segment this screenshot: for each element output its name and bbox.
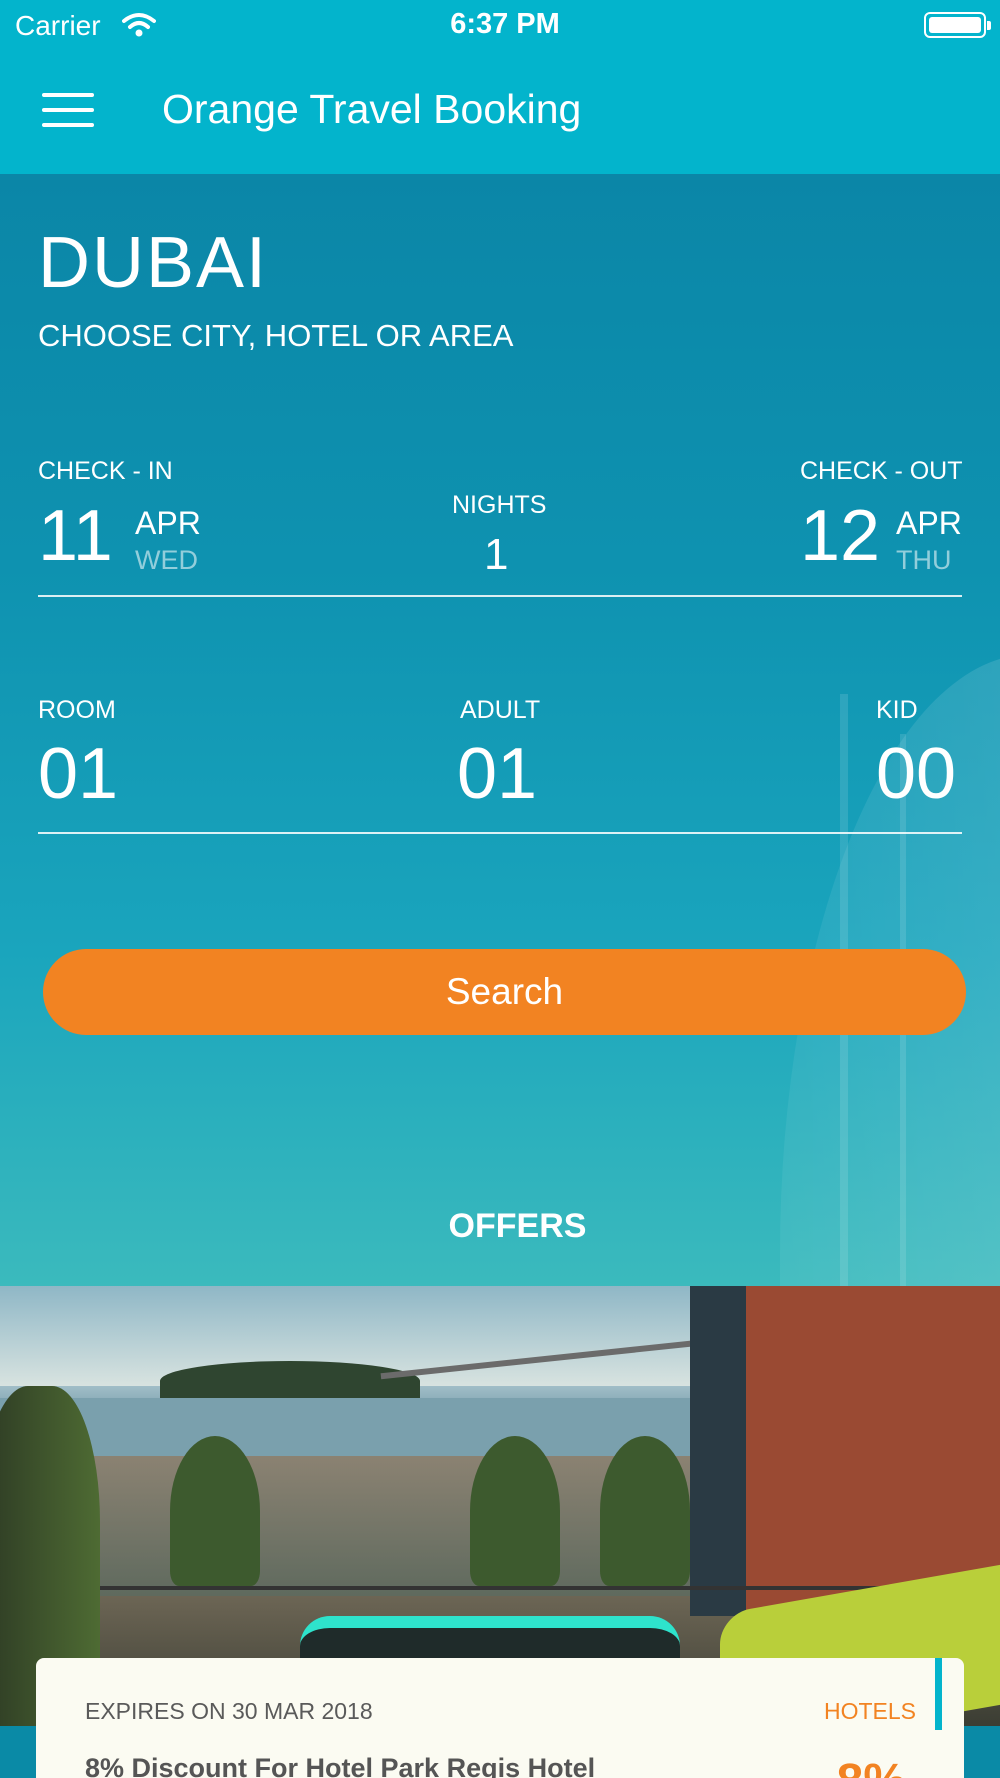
check-in-day[interactable]: 11	[38, 495, 113, 577]
nights-label: NIGHTS	[452, 491, 547, 519]
nights-value: 1	[484, 530, 509, 579]
photo-building	[690, 1286, 1000, 1616]
kid-label: KID	[876, 696, 918, 724]
check-out-day[interactable]: 12	[800, 495, 880, 577]
check-out-weekday: THU	[896, 545, 952, 575]
search-button[interactable]: Search	[43, 949, 966, 1035]
photo-palm	[470, 1436, 560, 1586]
check-out-label: CHECK - OUT	[800, 457, 963, 485]
status-time: 6:37 PM	[450, 8, 560, 40]
battery-icon	[924, 12, 991, 38]
room-label: ROOM	[38, 696, 116, 724]
photo-island	[160, 1361, 420, 1401]
app-header: Carrier 6:37 PM Orange Travel Booking	[0, 0, 1000, 174]
guests-divider	[38, 832, 962, 834]
check-in-label: CHECK - IN	[38, 457, 173, 485]
dates-divider	[38, 595, 962, 597]
offer-card[interactable]: EXPIRES ON 30 MAR 2018 HOTELS 8% Discoun…	[36, 1658, 964, 1778]
offers-heading: OFFERS	[448, 1207, 587, 1245]
check-in-month: APR	[135, 505, 201, 541]
check-in-weekday: WED	[135, 545, 198, 575]
offer-expiry: EXPIRES ON 30 MAR 2018	[85, 1698, 373, 1724]
kid-count[interactable]: 00	[876, 733, 956, 815]
hamburger-menu-icon[interactable]	[42, 93, 94, 127]
offer-title: 8% Discount For Hotel Park Regis Hotel	[85, 1753, 596, 1778]
check-out-month: APR	[896, 505, 962, 541]
offer-percent: 8%	[837, 1754, 906, 1778]
status-bar: Carrier 6:37 PM	[0, 0, 1000, 50]
photo-water	[0, 1398, 700, 1458]
offer-category: HOTELS	[823, 1698, 916, 1724]
destination-city[interactable]: DUBAI	[38, 222, 268, 304]
room-count[interactable]: 01	[38, 733, 118, 815]
photo-palm	[600, 1436, 690, 1586]
adult-label: ADULT	[460, 696, 541, 724]
app-title: Orange Travel Booking	[162, 86, 582, 132]
photo-railing	[0, 1586, 1000, 1590]
photo-palm	[170, 1436, 260, 1586]
destination-input-hint[interactable]: CHOOSE CITY, HOTEL OR AREA	[38, 318, 513, 354]
adult-count[interactable]: 01	[457, 733, 537, 815]
offer-card-accent	[935, 1658, 942, 1730]
